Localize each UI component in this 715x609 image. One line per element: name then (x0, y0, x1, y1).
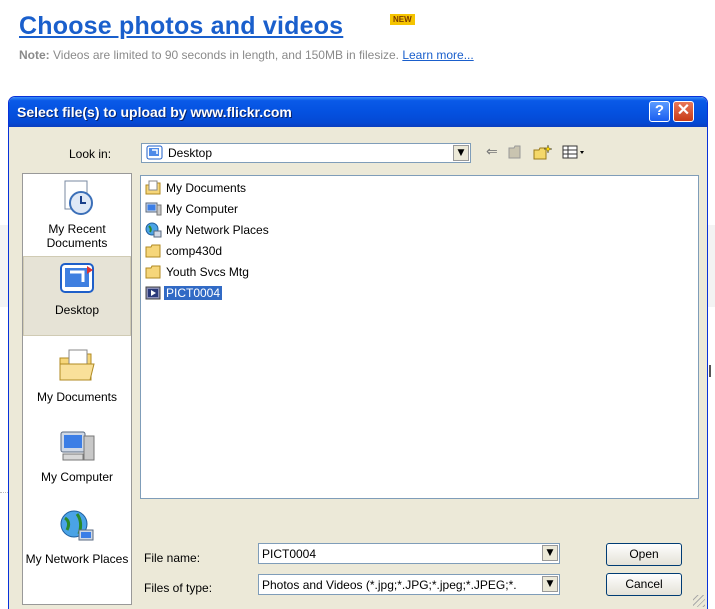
video-file-icon (145, 285, 162, 304)
learn-more-link[interactable]: Learn more... (402, 48, 473, 62)
file-name: PICT0004 (164, 286, 223, 300)
desktop-icon (146, 145, 163, 165)
files-of-type-label: Files of type: (144, 581, 213, 595)
place-my-computer[interactable]: My Computer (23, 426, 131, 484)
page-heading[interactable]: Choose photos and videos (19, 12, 343, 41)
back-icon[interactable]: ⇐ (486, 144, 498, 160)
chevron-down-icon[interactable]: ▼ (542, 576, 558, 592)
place-desktop[interactable]: Desktop (23, 256, 131, 336)
open-button[interactable]: Open (606, 543, 682, 566)
dialog-title: Select file(s) to upload by www.flickr.c… (17, 104, 292, 120)
file-name-label: File name: (144, 551, 201, 565)
file-list[interactable]: My Documents My Computer My Network Plac… (140, 175, 699, 499)
folder-icon (145, 264, 162, 283)
close-button[interactable]: ✕ (673, 101, 694, 122)
places-bar: My Recent Documents Desktop My Documents… (22, 173, 132, 605)
place-label: My Recent Documents (46, 222, 108, 250)
page-note: Note: Videos are limited to 90 seconds i… (19, 48, 474, 62)
note-text: Videos are limited to 90 seconds in leng… (49, 48, 403, 62)
view-menu-icon[interactable] (562, 144, 586, 164)
note-label: Note: (19, 48, 50, 62)
place-recent-documents[interactable]: My Recent Documents (23, 178, 131, 250)
file-name: My Computer (166, 202, 239, 216)
place-my-documents[interactable]: My Documents (23, 346, 131, 404)
file-name-value: PICT0004 (262, 547, 317, 561)
my-documents-icon (145, 180, 162, 199)
file-name: My Documents (166, 181, 247, 195)
desktop-icon (60, 263, 94, 293)
chevron-down-icon[interactable]: ▼ (453, 145, 469, 161)
dialog-titlebar[interactable]: Select file(s) to upload by www.flickr.c… (9, 97, 707, 127)
look-in-value: Desktop (168, 146, 213, 160)
new-folder-icon[interactable] (533, 144, 553, 165)
place-network[interactable]: My Network Places (23, 508, 131, 566)
my-computer-icon (60, 431, 95, 461)
file-upload-dialog: Select file(s) to upload by www.flickr.c… (8, 96, 708, 609)
page-edge-mark (709, 365, 711, 377)
place-label: My Network Places (25, 552, 129, 566)
file-name: Youth Svcs Mtg (166, 265, 249, 279)
recent-documents-icon (64, 180, 93, 215)
look-in-dropdown[interactable]: Desktop ▼ (141, 143, 471, 163)
place-label: Desktop (54, 303, 100, 317)
place-label: My Computer (40, 470, 114, 484)
file-name-input[interactable]: PICT0004 ▼ (258, 543, 560, 564)
folder-icon (145, 243, 162, 262)
up-folder-icon[interactable] (508, 144, 526, 164)
file-name: My Network Places (166, 223, 269, 237)
cancel-button[interactable]: Cancel (606, 573, 682, 596)
help-button[interactable]: ? (649, 101, 670, 122)
my-documents-icon (59, 349, 95, 381)
chevron-down-icon[interactable]: ▼ (542, 545, 558, 561)
files-of-type-dropdown[interactable]: Photos and Videos (*.jpg;*.JPG;*.jpeg;*.… (258, 574, 560, 595)
files-of-type-value: Photos and Videos (*.jpg;*.JPG;*.jpeg;*.… (262, 578, 517, 592)
file-name: comp430d (166, 244, 223, 258)
resize-grip[interactable] (693, 595, 705, 607)
my-computer-icon (145, 201, 162, 220)
network-places-icon (60, 510, 94, 541)
place-label: My Documents (36, 390, 118, 404)
look-in-label: Look in: (69, 147, 112, 161)
new-badge: NEW (390, 14, 415, 25)
network-places-icon (145, 222, 162, 241)
